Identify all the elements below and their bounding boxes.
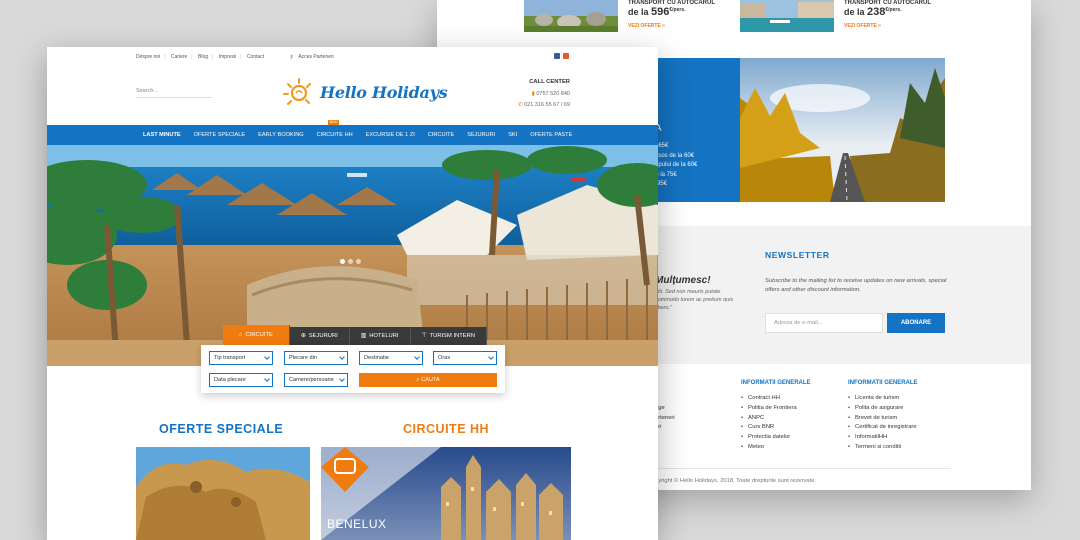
footer-link[interactable]: ANPC [741,414,811,424]
offer-thumbnail [524,0,618,32]
logo[interactable]: Hello Holidays [283,74,448,110]
rooms-persons-select[interactable]: Camere/persoane [284,373,348,387]
newsletter-email-input[interactable]: Adresa de e-mail... [765,313,883,333]
transport-type-select[interactable]: Tip transport [209,351,273,365]
new-badge: NOU [327,120,340,125]
copyright-text: pyright © Hello Holidays, 2018. Toate dr… [655,478,817,484]
footer-link[interactable]: Termeni si conditii [848,443,918,453]
nav-sejururi[interactable]: SEJURURI [467,125,495,145]
social-links [554,53,569,59]
see-offers-link[interactable]: VEZI OFERTE » [844,23,881,29]
footer-link[interactable]: Curs BNR [741,423,811,433]
footer-link[interactable]: Licenta de turism [848,394,918,404]
nav-ski[interactable]: SKI [508,125,517,145]
nav-last-minute[interactable]: LAST MINUTE [143,125,181,145]
call-center: CALL CENTER ▮ 0757 520 840 ✆ 021 316 55 … [517,79,570,113]
footer-column: INFORMATII GENERALE Contract HH Politia … [741,380,811,453]
slider-dot[interactable] [340,259,345,264]
search-form: Tip transport Plecare din Destinatie Ora… [201,345,505,393]
nav-early-booking[interactable]: EARLY BOOKING [258,125,304,145]
see-offers-link[interactable]: VEZI OFERTE » [628,23,665,29]
subscribe-button[interactable]: ABONARE [887,313,945,333]
promo-line: impului de la 60€ [652,162,698,168]
tab-circuite[interactable]: ⌂ CIRCUITE [223,325,290,345]
main-nav: LAST MINUTE OFERTE SPECIALE EARLY BOOKIN… [47,120,658,145]
slider-dot[interactable] [356,259,361,264]
mobile-icon: ▮ [531,91,535,97]
call-center-phone[interactable]: ✆ 021 316 55 67 / 69 [517,102,570,108]
sun-icon [283,78,311,105]
promo-line: essos de la 60€ [652,152,695,159]
globe-icon: ⊕ [300,333,306,339]
phone-icon: ✆ [517,102,523,108]
facebook-icon[interactable] [554,53,560,59]
benelux-label: BENELUX [327,517,387,531]
logo-text: Hello Holidays [320,82,448,102]
promo-line: la 65€ [652,143,669,149]
nav-day-trip[interactable]: EXCURSIE DE 1 ZI [366,125,415,145]
departure-date-select[interactable]: Data plecare [209,373,273,387]
search-icon: ⌕ [416,377,420,383]
nav-circuite[interactable]: CIRCUITE [428,125,454,145]
util-link-reviews[interactable]: Impresii [219,54,237,60]
hotel-icon: ▥ [360,333,367,339]
special-offers-heading: OFERTE SPECIALE [159,422,284,436]
promo-list: la 65€ essos de la 60€ impului de la 60€… [652,142,697,190]
call-center-title: CALL CENTER [529,79,570,85]
building-icon: ⌂ [239,332,243,338]
special-offer-image[interactable] [136,447,310,540]
nav-special-offers[interactable]: OFERTE SPECIALE [194,125,246,145]
tab-turism-intern[interactable]: ⊤ TURISM INTERN [410,327,488,345]
search-input[interactable]: Search... [136,88,212,98]
nav-easter-offers[interactable]: OFERTE PASTE [530,125,572,145]
footer-link[interactable]: Protectia datelor [741,433,811,443]
offer-thumbnail [740,0,834,32]
testimonial-body: elit. Sed non mauris putate commodo lore… [655,289,734,311]
utility-links: Despre noi | Cariere | Blog | Impresii | Con… [136,54,334,60]
signpost-icon: ⊤ [421,333,427,339]
tab-sejururi[interactable]: ⊕ SEJURURI [289,327,350,345]
search-button[interactable]: ⌕ CAUTA [359,373,497,387]
footer-divider [655,468,951,469]
footer-link[interactable]: Contract HH [741,394,811,404]
promo-line: a 95€ [652,181,668,187]
tab-hoteluri[interactable]: ▥ HOTELURI [349,327,411,345]
offer-price: de la 596€/pers. [628,6,686,18]
rss-icon[interactable] [563,53,569,59]
footer-link[interactable]: Polita de asigurare [848,404,918,414]
front-page-mockup: Despre noi | Cariere | Blog | Impresii | Con… [47,47,658,540]
testimonial-title: Mulțumesc! [655,275,711,286]
promo-line: de la 75€ [652,171,677,178]
call-center-mobile[interactable]: ▮ 0757 520 840 [517,91,570,97]
util-link-contact[interactable]: Contact [247,54,264,60]
footer-heading: INFORMATII GENERALE [741,380,811,386]
newsletter-title: NEWSLETTER [765,250,830,260]
search-tabs: ⌂ CIRCUITE ⊕ SEJURURI ▥ HOTELURI ⊤ TURISM IN… [223,325,488,345]
footer-link[interactable]: InformatiiHH [848,433,918,443]
util-link-careers[interactable]: Cariere [171,54,187,60]
departure-from-select[interactable]: Plecare din [284,351,348,365]
footer-link[interactable]: Politia de Frontiera [741,404,811,414]
footer-heading: INFORMATII GENERALE [848,380,918,386]
city-select[interactable]: Oras [433,351,497,365]
util-link-blog[interactable]: Blog [198,54,208,60]
circuits-heading: CIRCUITE HH [403,422,490,436]
destination-select[interactable]: Destinatie [359,351,423,365]
key-icon: ⚷ [289,54,294,60]
offer-price: de la 238€/pers. [844,6,902,18]
partner-access-link[interactable]: Acces Parteneri [298,54,333,60]
footer-link[interactable]: Meteo [741,443,811,453]
slider-dot[interactable] [348,259,353,264]
footer-column: INFORMATII GENERALE Licenta de turism Po… [848,380,918,453]
util-link-about[interactable]: Despre noi [136,54,160,60]
newsletter-text: Subscribe to the mailing list to receive… [765,278,947,293]
nav-circuite-hh[interactable]: NOU CIRCUITE HH [317,120,353,145]
road-autumn-image [740,58,945,202]
footer-link[interactable]: Brevet de turism [848,414,918,424]
footer-link[interactable]: Certificat de inregistrare [848,423,918,433]
slider-dots[interactable] [340,259,361,264]
